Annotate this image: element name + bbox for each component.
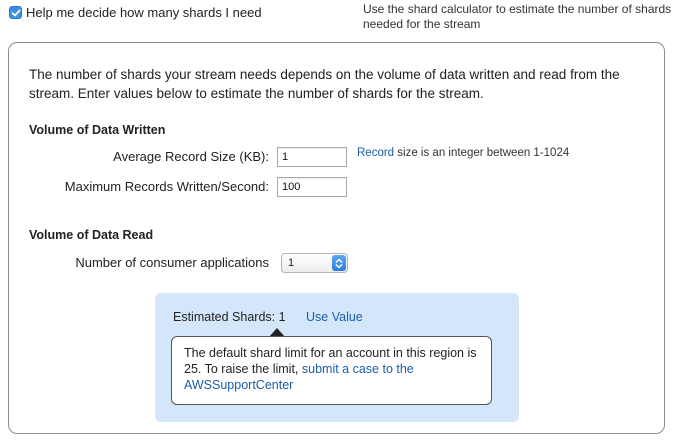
estimated-shards-box: Estimated Shards: 1 Use Value The defaul…: [155, 293, 519, 422]
record-link[interactable]: Record: [357, 147, 394, 159]
shard-calculator-hint: Use the shard calculator to estimate the…: [363, 2, 672, 31]
shard-calculator-panel: The number of shards your stream needs d…: [8, 42, 665, 434]
estimated-shards-label: Estimated Shards: 1: [173, 310, 286, 324]
help-decide-label[interactable]: Help me decide how many shards I need: [26, 5, 262, 20]
avg-record-size-label: Average Record Size (KB):: [113, 149, 269, 164]
help-decide-checkbox[interactable]: [9, 6, 22, 19]
shard-limit-tooltip: The default shard limit for an account i…: [171, 336, 492, 405]
avg-record-size-input[interactable]: [277, 147, 347, 167]
record-size-hint: Record size is an integer between 1-1024: [357, 147, 569, 159]
chevron-updown-icon: [332, 255, 346, 271]
max-records-input[interactable]: [277, 177, 347, 197]
consumer-apps-label: Number of consumer applications: [75, 255, 269, 270]
consumer-apps-select[interactable]: 1: [281, 253, 348, 273]
use-value-link[interactable]: Use Value: [306, 310, 363, 324]
record-hint-text: size is an integer between 1-1024: [394, 147, 570, 159]
max-records-label: Maximum Records Written/Second:: [64, 179, 269, 194]
help-decide-checkbox-row[interactable]: Help me decide how many shards I need: [9, 5, 262, 20]
consumer-apps-value: 1: [288, 257, 295, 269]
intro-text: The number of shards your stream needs d…: [29, 67, 620, 101]
checkmark-icon: [11, 9, 20, 16]
section-title-written: Volume of Data Written: [29, 123, 166, 137]
section-title-read: Volume of Data Read: [29, 228, 154, 242]
